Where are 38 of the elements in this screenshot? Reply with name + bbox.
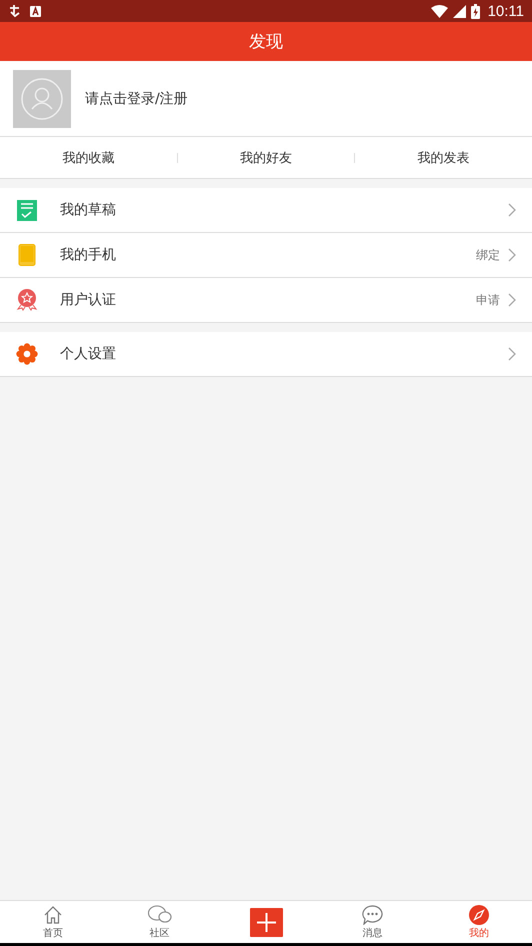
stat-link[interactable]: 我的好友 bbox=[178, 148, 354, 166]
battery-icon bbox=[470, 4, 480, 18]
settings-icon bbox=[16, 343, 38, 365]
home-icon bbox=[43, 904, 64, 924]
menu-value: 绑定 bbox=[476, 246, 500, 264]
nav-tab[interactable]: 首页 bbox=[0, 901, 106, 943]
stat-link[interactable]: 我的发表 bbox=[355, 148, 532, 166]
chevron-icon bbox=[508, 293, 516, 307]
menu-label: 我的草稿 bbox=[60, 201, 117, 219]
stat-link[interactable]: 我的收藏 bbox=[0, 148, 177, 166]
phone-icon bbox=[16, 244, 38, 266]
menu-row[interactable]: 个人设置 bbox=[0, 332, 532, 377]
nav-tab[interactable]: 消息 bbox=[319, 901, 426, 943]
message-icon bbox=[362, 904, 383, 924]
nav-tab[interactable]: 社区 bbox=[106, 901, 213, 943]
notification-icon bbox=[30, 6, 41, 16]
menu-row[interactable]: 我的草稿 bbox=[0, 188, 532, 233]
nav-tab[interactable]: 我的 bbox=[426, 901, 532, 943]
login-prompt[interactable]: 请点击登录/注册 bbox=[85, 90, 188, 108]
page-title: 发现 bbox=[249, 31, 283, 53]
add-button[interactable] bbox=[250, 908, 283, 936]
menu-row[interactable]: 我的手机 绑定 bbox=[0, 233, 532, 278]
status-time: 10:11 bbox=[488, 2, 524, 20]
chevron-icon bbox=[508, 347, 516, 361]
chevron-icon bbox=[508, 203, 516, 217]
menu-label: 用户认证 bbox=[60, 291, 117, 309]
chat-bubbles-icon bbox=[148, 904, 172, 924]
compass-icon bbox=[468, 904, 489, 924]
wifi-icon bbox=[430, 4, 448, 18]
badge-icon bbox=[16, 289, 38, 311]
menu-row[interactable]: 用户认证 申请 bbox=[0, 278, 532, 323]
signal-icon bbox=[452, 4, 466, 18]
chevron-icon bbox=[508, 248, 516, 262]
menu-label: 我的手机 bbox=[60, 246, 117, 264]
menu-label: 个人设置 bbox=[60, 345, 117, 363]
app-notification-icon bbox=[8, 4, 22, 18]
document-check-icon bbox=[16, 200, 38, 220]
menu-value: 申请 bbox=[476, 292, 500, 308]
